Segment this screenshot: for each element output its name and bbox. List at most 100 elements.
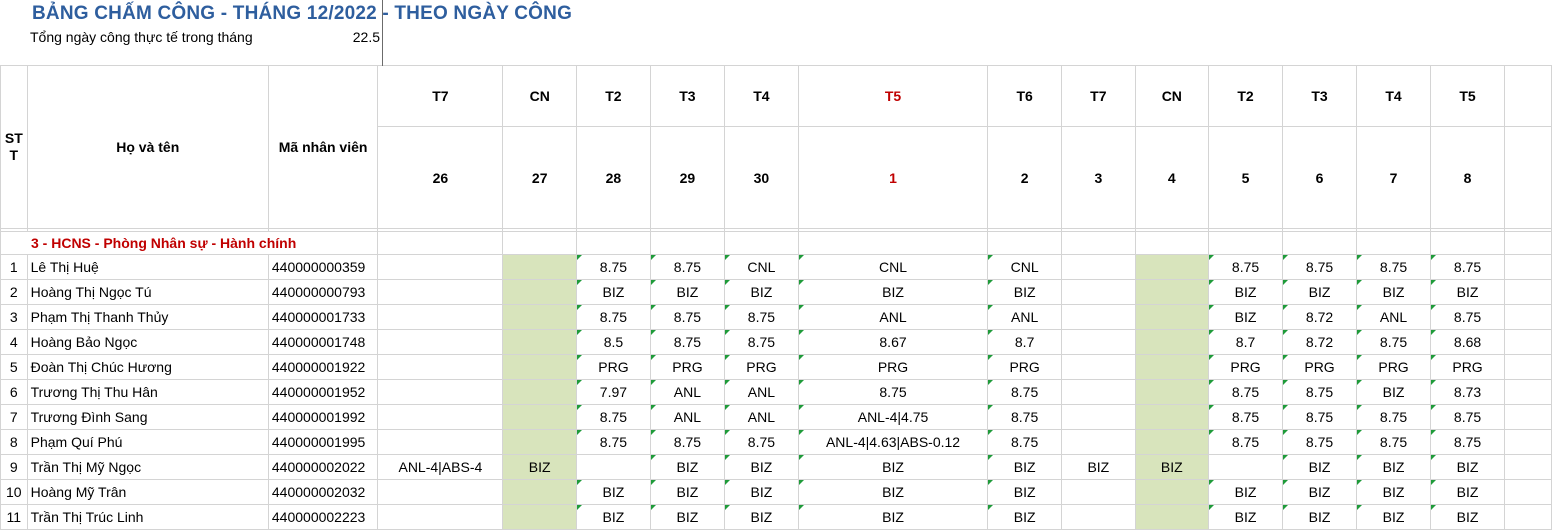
weekday-header[interactable]: T5 xyxy=(1430,65,1506,127)
attendance-cell[interactable]: PRG xyxy=(575,354,651,380)
employee-name-cell[interactable]: Hoàng Mỹ Trân xyxy=(26,479,269,505)
attendance-cell[interactable] xyxy=(377,429,504,455)
attendance-cell[interactable] xyxy=(575,454,651,480)
empty-cell[interactable] xyxy=(723,231,799,255)
employee-code-cell[interactable]: 440000000793 xyxy=(267,279,379,305)
weekday-header[interactable]: T2 xyxy=(575,65,651,127)
attendance-cell[interactable]: 8.75 xyxy=(575,429,651,455)
attendance-cell[interactable]: 8.75 xyxy=(1208,429,1284,455)
attendance-cell[interactable]: 8.75 xyxy=(1356,329,1432,355)
row-number-cell[interactable]: 1 xyxy=(0,254,28,280)
row-number-cell[interactable]: 11 xyxy=(0,504,28,530)
attendance-cell[interactable]: BIZ xyxy=(797,454,989,480)
attendance-cell[interactable]: 8.75 xyxy=(1208,379,1284,405)
date-header[interactable]: 2 xyxy=(987,126,1063,229)
attendance-cell[interactable]: BIZ xyxy=(1208,304,1284,330)
attendance-cell[interactable]: BIZ xyxy=(1134,454,1210,480)
attendance-cell[interactable]: 8.75 xyxy=(797,379,989,405)
attendance-cell[interactable] xyxy=(1061,429,1136,455)
attendance-cell[interactable]: 8.75 xyxy=(723,304,799,330)
attendance-cell[interactable] xyxy=(377,479,504,505)
attendance-cell[interactable] xyxy=(377,254,504,280)
attendance-cell[interactable]: ANL xyxy=(723,379,799,405)
date-header[interactable]: 27 xyxy=(502,126,577,229)
attendance-cell[interactable] xyxy=(1061,379,1136,405)
attendance-cell[interactable] xyxy=(502,354,577,380)
attendance-cell[interactable]: 8.73 xyxy=(1430,379,1506,405)
attendance-cell[interactable]: CNL xyxy=(723,254,799,280)
weekday-header[interactable]: T3 xyxy=(1282,65,1358,127)
attendance-cell[interactable]: CNL xyxy=(797,254,989,280)
attendance-cell[interactable]: BIZ xyxy=(987,504,1063,530)
row-number-cell[interactable]: 4 xyxy=(0,329,28,355)
attendance-cell[interactable]: PRG xyxy=(723,354,799,380)
section-header[interactable]: 3 - HCNS - Phòng Nhân sự - Hành chính xyxy=(0,231,379,255)
attendance-cell[interactable]: BIZ xyxy=(649,279,725,305)
empty-cell[interactable] xyxy=(1504,65,1552,127)
employee-code-cell[interactable]: 440000001922 xyxy=(267,354,379,380)
weekday-header[interactable]: T5 xyxy=(797,65,989,127)
date-header[interactable]: 1 xyxy=(797,126,989,229)
attendance-cell[interactable]: 8.75 xyxy=(575,404,651,430)
attendance-cell[interactable]: BIZ xyxy=(649,454,725,480)
attendance-cell[interactable]: BIZ xyxy=(649,504,725,530)
attendance-cell[interactable] xyxy=(1134,329,1210,355)
attendance-cell[interactable]: ANL xyxy=(797,304,989,330)
attendance-cell[interactable]: PRG xyxy=(797,354,989,380)
attendance-cell[interactable] xyxy=(1134,279,1210,305)
attendance-cell[interactable]: 8.75 xyxy=(1430,429,1506,455)
empty-cell[interactable] xyxy=(987,231,1063,255)
employee-code-cell[interactable]: 440000001995 xyxy=(267,429,379,455)
attendance-cell[interactable] xyxy=(1061,329,1136,355)
attendance-cell[interactable]: PRG xyxy=(1208,354,1284,380)
empty-cell[interactable] xyxy=(1504,304,1552,330)
employee-code-cell[interactable]: 440000001952 xyxy=(267,379,379,405)
attendance-cell[interactable]: 8.75 xyxy=(649,304,725,330)
weekday-header[interactable]: CN xyxy=(1134,65,1210,127)
attendance-cell[interactable] xyxy=(1208,454,1284,480)
attendance-cell[interactable] xyxy=(1134,304,1210,330)
attendance-cell[interactable] xyxy=(502,429,577,455)
attendance-cell[interactable] xyxy=(502,404,577,430)
employee-name-cell[interactable]: Trần Thị Trúc Linh xyxy=(26,504,269,530)
attendance-cell[interactable]: PRG xyxy=(987,354,1063,380)
attendance-cell[interactable] xyxy=(1134,429,1210,455)
empty-cell[interactable] xyxy=(1504,504,1552,530)
attendance-cell[interactable]: 8.75 xyxy=(1356,429,1432,455)
attendance-cell[interactable] xyxy=(1134,504,1210,530)
employee-code-cell[interactable]: 440000002032 xyxy=(267,479,379,505)
attendance-cell[interactable] xyxy=(502,479,577,505)
attendance-cell[interactable]: BIZ xyxy=(1208,279,1284,305)
attendance-cell[interactable] xyxy=(1061,504,1136,530)
attendance-cell[interactable] xyxy=(1061,404,1136,430)
date-header[interactable]: 8 xyxy=(1430,126,1506,229)
empty-cell[interactable] xyxy=(1134,231,1210,255)
attendance-cell[interactable]: PRG xyxy=(1356,354,1432,380)
attendance-cell[interactable]: 8.75 xyxy=(1208,254,1284,280)
attendance-cell[interactable]: BIZ xyxy=(1356,454,1432,480)
employee-name-cell[interactable]: Đoàn Thị Chúc Hương xyxy=(26,354,269,380)
attendance-cell[interactable]: BIZ xyxy=(797,279,989,305)
empty-cell[interactable] xyxy=(1504,454,1552,480)
attendance-cell[interactable]: BIZ xyxy=(1430,279,1506,305)
row-number-cell[interactable]: 7 xyxy=(0,404,28,430)
weekday-header[interactable]: T3 xyxy=(649,65,725,127)
date-header[interactable]: 7 xyxy=(1356,126,1432,229)
total-workdays-label[interactable]: Tổng ngày công thực tế trong tháng xyxy=(30,29,253,45)
attendance-cell[interactable]: 8.75 xyxy=(987,379,1063,405)
attendance-cell[interactable]: ANL-4|ABS-4 xyxy=(377,454,504,480)
attendance-cell[interactable] xyxy=(377,279,504,305)
attendance-cell[interactable]: BIZ xyxy=(1356,479,1432,505)
attendance-cell[interactable]: BIZ xyxy=(1356,504,1432,530)
date-header[interactable]: 4 xyxy=(1134,126,1210,229)
attendance-cell[interactable]: BIZ xyxy=(987,454,1063,480)
attendance-cell[interactable]: 8.75 xyxy=(1430,304,1506,330)
date-header[interactable]: 3 xyxy=(1061,126,1136,229)
employee-name-cell[interactable]: Trần Thị Mỹ Ngọc xyxy=(26,454,269,480)
attendance-cell[interactable]: 8.75 xyxy=(1282,379,1358,405)
attendance-cell[interactable] xyxy=(1061,279,1136,305)
attendance-cell[interactable]: 8.75 xyxy=(1282,404,1358,430)
row-number-cell[interactable]: 2 xyxy=(0,279,28,305)
attendance-cell[interactable] xyxy=(1134,404,1210,430)
attendance-cell[interactable]: BIZ xyxy=(1061,454,1136,480)
